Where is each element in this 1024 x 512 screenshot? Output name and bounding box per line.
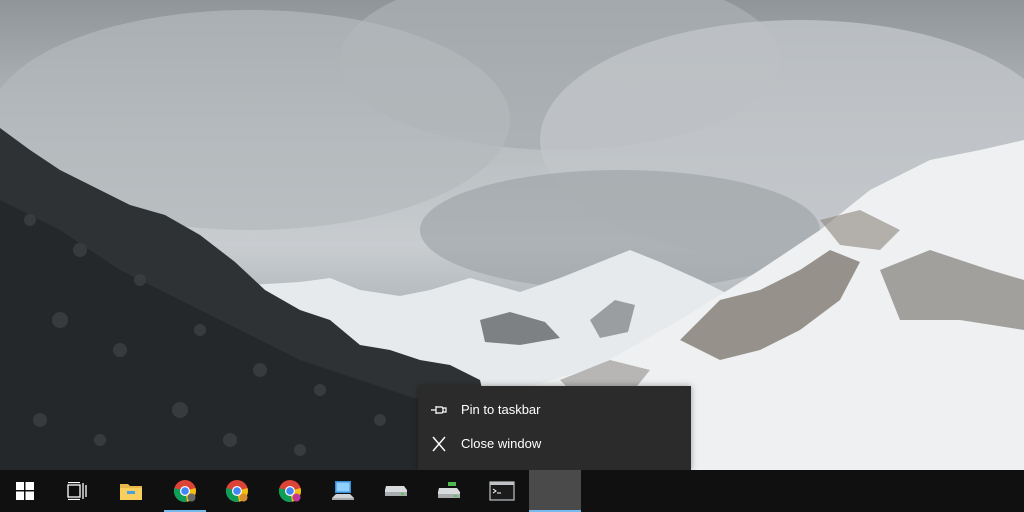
taskbar-drive-green[interactable] [424, 470, 474, 512]
task-view-button[interactable] [52, 470, 102, 512]
taskbar-chrome-1[interactable] [160, 470, 210, 512]
pin-icon [430, 402, 448, 418]
taskbar-hovered-window[interactable] [529, 470, 581, 512]
command-prompt-icon [489, 481, 515, 501]
taskbar-chrome-3[interactable] [264, 470, 316, 512]
drive-green-icon [438, 482, 460, 498]
file-explorer-icon [120, 484, 142, 500]
chrome-icon [225, 480, 248, 503]
network-computer-icon [332, 481, 354, 500]
taskbar-command-prompt[interactable] [476, 470, 528, 512]
chrome-icon [173, 480, 196, 503]
start-button[interactable] [0, 470, 50, 512]
close-window-label: Close window [461, 436, 542, 451]
drive-icon [385, 486, 407, 496]
task-view-icon [67, 482, 87, 500]
chrome-icon [278, 480, 301, 503]
taskbar [0, 470, 1024, 512]
taskbar-drive[interactable] [370, 470, 422, 512]
windows-start-icon [16, 482, 34, 500]
pin-to-taskbar-label: Pin to taskbar [461, 402, 541, 417]
jump-list-menu: Pin to taskbar Close window [418, 386, 691, 470]
taskbar-network-computer[interactable] [318, 470, 368, 512]
close-window-item[interactable]: Close window [418, 427, 691, 461]
close-icon [430, 436, 448, 452]
pin-to-taskbar-item[interactable]: Pin to taskbar [418, 393, 691, 427]
taskbar-chrome-2[interactable] [212, 470, 262, 512]
taskbar-file-explorer[interactable] [106, 470, 156, 512]
